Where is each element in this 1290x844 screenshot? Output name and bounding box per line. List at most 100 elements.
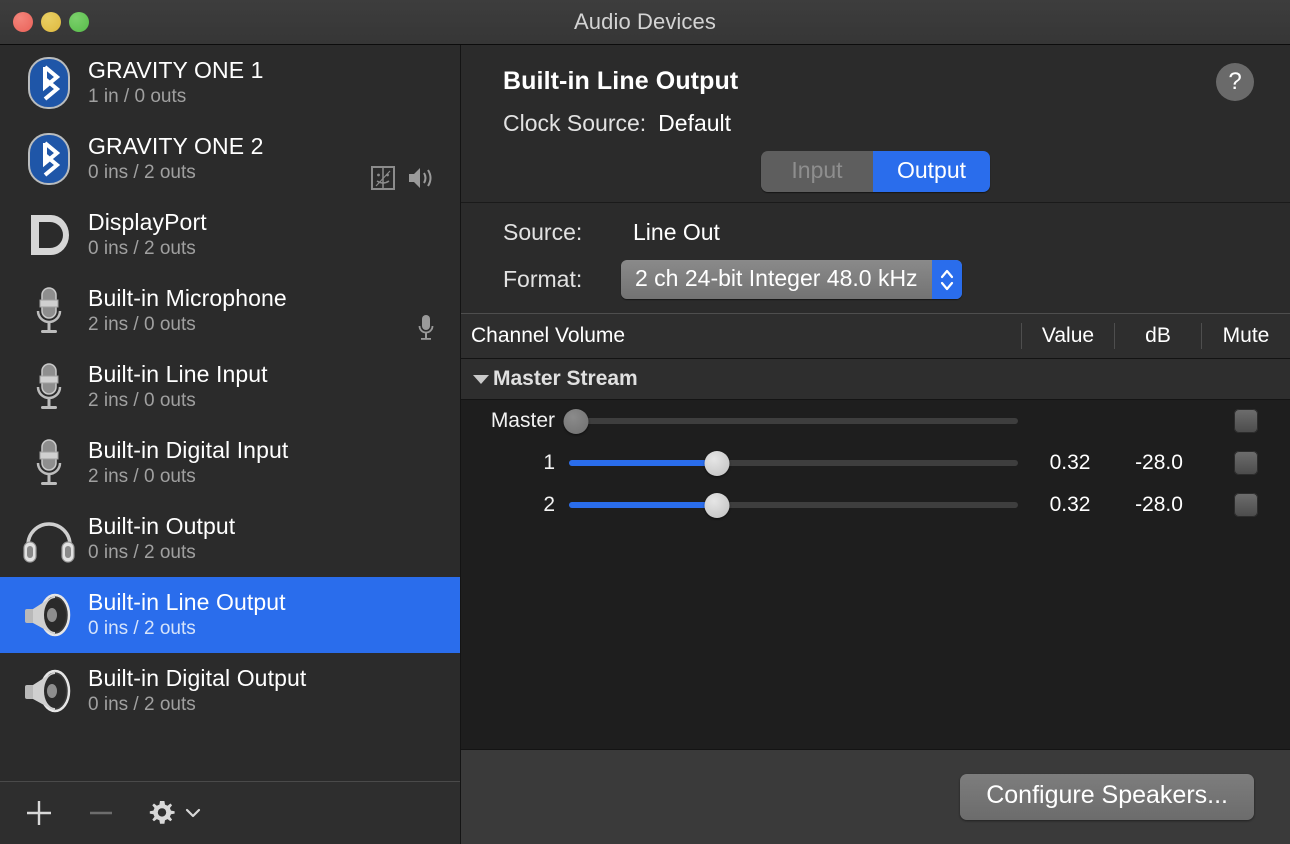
device-text: Built-in Line Output 0 ins / 2 outs [88,590,286,639]
device-row-builtin-line-input[interactable]: Built-in Line Input 2 ins / 0 outs [0,349,460,425]
mute-checkbox-2[interactable] [1234,493,1258,517]
chevron-down-icon [184,806,202,820]
device-name: DisplayPort [88,210,207,236]
source-row: Source: Line Out [461,219,1290,246]
io-segmented-control[interactable]: Input Output [761,151,990,192]
device-row-displayport[interactable]: DisplayPort 0 ins / 2 outs [0,197,460,273]
column-header-db: dB [1114,323,1201,349]
displayport-icon [18,204,80,266]
device-text: Built-in Microphone 2 ins / 0 outs [88,286,287,335]
column-header-value: Value [1021,323,1114,349]
stepper-icon[interactable] [932,260,962,299]
channel-db: -28.0 [1116,493,1202,517]
device-sidebar: GRAVITY ONE 1 1 in / 0 outs GRAVITY ONE … [0,45,461,844]
configure-speakers-button[interactable]: Configure Speakers... [960,774,1254,820]
maximize-window-button[interactable] [69,12,89,32]
group-label: Master Stream [493,367,638,391]
format-value: 2 ch 24-bit Integer 48.0 kHz [621,260,932,299]
volume-slider-1[interactable] [569,442,1018,484]
device-text: GRAVITY ONE 2 0 ins / 2 outs [88,134,264,183]
io-fields: Source: Line Out Format: 2 ch 24-bit Int… [461,203,1290,313]
device-name: GRAVITY ONE 2 [88,134,264,160]
tab-input[interactable]: Input [761,151,873,192]
mute-checkbox-1[interactable] [1234,451,1258,475]
device-io: 0 ins / 2 outs [88,162,264,183]
clock-source-row: Clock Source: Default [461,110,1290,137]
disclosure-triangle-icon[interactable] [473,375,489,384]
channel-value: 0.32 [1024,451,1116,475]
device-text: Built-in Line Input 2 ins / 0 outs [88,362,268,411]
volume-slider-master[interactable] [569,400,1018,442]
channel-row-2: 2 0.32 -28.0 [461,484,1290,526]
channel-row-1: 1 0.32 -28.0 [461,442,1290,484]
close-window-button[interactable] [13,12,33,32]
channel-table-header: Channel Volume Value dB Mute [461,313,1290,359]
clock-source-label: Clock Source: [503,110,646,137]
device-name: Built-in Line Output [88,590,286,616]
device-io: 2 ins / 0 outs [88,390,268,411]
device-row-builtin-digital-input[interactable]: Built-in Digital Input 2 ins / 0 outs [0,425,460,501]
column-header-channel-volume: Channel Volume [461,324,1021,348]
device-text: Built-in Output 0 ins / 2 outs [88,514,235,563]
device-actions-menu-button[interactable] [146,797,202,829]
device-text: GRAVITY ONE 1 1 in / 0 outs [88,58,264,107]
device-io: 0 ins / 2 outs [88,694,306,715]
microphone-icon [18,356,80,418]
clock-source-value[interactable]: Default [658,110,731,137]
source-label: Source: [503,219,621,246]
microphone-icon [18,280,80,342]
slider-knob[interactable] [563,409,588,434]
window-title: Audio Devices [0,9,1290,35]
source-value[interactable]: Line Out [633,219,720,246]
device-list[interactable]: GRAVITY ONE 1 1 in / 0 outs GRAVITY ONE … [0,45,460,781]
channel-row-master: Master [461,400,1290,442]
device-row-builtin-line-output[interactable]: Built-in Line Output 0 ins / 2 outs [0,577,460,653]
device-row-builtin-digital-output[interactable]: Built-in Digital Output 0 ins / 2 outs [0,653,460,729]
remove-device-button[interactable] [84,796,118,830]
window-content: GRAVITY ONE 1 1 in / 0 outs GRAVITY ONE … [0,45,1290,844]
device-row-gravity-one-2[interactable]: GRAVITY ONE 2 0 ins / 2 outs [0,121,460,197]
channel-label: Master [461,409,569,433]
channel-value: 0.32 [1024,493,1116,517]
device-badges [370,165,436,191]
slider-knob[interactable] [705,493,730,518]
audio-devices-window: Audio Devices GRAVITY ONE 1 [0,0,1290,844]
panel-footer: Configure Speakers... [461,749,1290,844]
tab-output[interactable]: Output [873,151,990,192]
device-text: Built-in Digital Input 2 ins / 0 outs [88,438,288,487]
channel-label: 2 [461,493,569,517]
device-row-builtin-microphone[interactable]: Built-in Microphone 2 ins / 0 outs [0,273,460,349]
mute-checkbox-master[interactable] [1234,409,1258,433]
speaker-device-icon [18,660,80,722]
help-button[interactable]: ? [1216,63,1254,101]
gear-icon [146,797,178,829]
bluetooth-icon [18,128,80,190]
minimize-window-button[interactable] [41,12,61,32]
panel-header: Built-in Line Output ? Clock Source: Def… [461,45,1290,203]
slider-fill [569,502,717,508]
device-row-gravity-one-1[interactable]: GRAVITY ONE 1 1 in / 0 outs [0,45,460,121]
device-io: 0 ins / 2 outs [88,618,286,639]
headphones-icon [18,508,80,570]
slider-knob[interactable] [705,451,730,476]
device-io: 0 ins / 2 outs [88,238,207,259]
format-popup-button[interactable]: 2 ch 24-bit Integer 48.0 kHz [621,260,962,299]
traffic-light-group [0,12,89,32]
column-header-mute: Mute [1201,323,1290,349]
microphone-icon [18,432,80,494]
title-bar: Audio Devices [0,0,1290,45]
add-device-button[interactable] [22,796,56,830]
bluetooth-icon [18,52,80,114]
device-io: 1 in / 0 outs [88,86,264,107]
device-text: DisplayPort 0 ins / 2 outs [88,210,207,259]
page-title: Built-in Line Output [461,67,1290,96]
device-row-builtin-output[interactable]: Built-in Output 0 ins / 2 outs [0,501,460,577]
device-name: Built-in Line Input [88,362,268,388]
device-io: 0 ins / 2 outs [88,542,235,563]
volume-slider-2[interactable] [569,484,1018,526]
mute-cell [1202,409,1290,433]
master-stream-group-row[interactable]: Master Stream [461,359,1290,400]
microphone-badge-icon [416,313,436,343]
format-row: Format: 2 ch 24-bit Integer 48.0 kHz [461,260,1290,299]
device-name: Built-in Digital Input [88,438,288,464]
